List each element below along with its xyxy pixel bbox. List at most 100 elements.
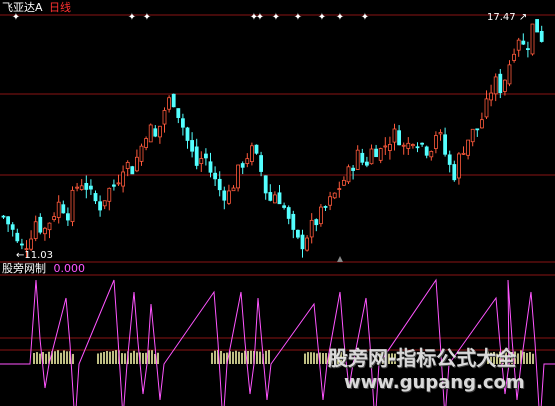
candle-body [236, 164, 241, 189]
candle-body [61, 204, 66, 214]
candle-body [328, 196, 333, 206]
candle-body [240, 163, 245, 168]
candle-body [153, 128, 158, 137]
top-marker: ✦ [128, 12, 136, 23]
candle-body [263, 175, 268, 194]
candle-body [10, 224, 15, 230]
candle-body [526, 48, 530, 51]
top-marker: ✦ [336, 12, 344, 23]
candle-body [502, 79, 507, 92]
watermark-url: www.gupang.com [344, 372, 525, 393]
candle-body [15, 232, 20, 242]
candle-body [29, 238, 34, 250]
candle-body [171, 93, 176, 108]
candle-body [194, 146, 199, 166]
candle-body [498, 73, 503, 94]
candle-body [332, 192, 337, 199]
candle-body [130, 166, 135, 175]
candle-body [176, 108, 181, 118]
candle-body [33, 221, 38, 239]
candle-body [98, 201, 102, 211]
candle-body [479, 119, 484, 129]
candle-body [148, 124, 153, 143]
candle-body [134, 156, 139, 172]
candle-body [107, 187, 112, 202]
candle-body [139, 145, 144, 162]
top-marker: ✦ [318, 12, 326, 23]
candle-body [424, 146, 429, 156]
candle-body [208, 161, 213, 173]
candle-body [6, 216, 10, 225]
candle-body [291, 213, 296, 230]
candle-body [222, 190, 227, 201]
indicator-name: 股旁网制 [2, 262, 46, 275]
candle-body [203, 153, 208, 159]
candle-body [512, 53, 516, 61]
candle-body [199, 158, 204, 164]
candle-body [121, 171, 125, 187]
candle-body [489, 92, 494, 101]
main-panel-title: 飞亚达A 日线 [2, 2, 71, 14]
candle-body [180, 118, 185, 128]
candle-body [456, 153, 461, 179]
candle-body [245, 158, 250, 164]
candle-body [387, 144, 392, 151]
top-marker: ✦ [272, 12, 280, 23]
candle-body [420, 142, 425, 145]
candle-body [79, 185, 84, 190]
candle-body [167, 97, 172, 110]
candle-body [369, 148, 374, 165]
candle-body [493, 76, 498, 95]
candle-body [249, 145, 254, 162]
candle-body [383, 145, 388, 148]
candle-body [452, 164, 457, 181]
candle-body [346, 166, 351, 183]
candle-body [162, 110, 167, 125]
candle-body [429, 151, 434, 158]
candle-body [47, 222, 52, 231]
high-price-value: 17.47 [487, 12, 516, 23]
sub-panel-title: 股旁网制 0.000 [2, 263, 85, 275]
candle-body [268, 192, 273, 201]
candle-body [374, 148, 379, 158]
candle-body [277, 192, 282, 205]
candle-body [309, 219, 314, 238]
candle-body [337, 188, 342, 190]
candle-body [378, 148, 383, 161]
candle-body [226, 190, 231, 204]
candle-body [355, 149, 360, 170]
candle-body [314, 219, 319, 226]
candle-body [392, 128, 397, 143]
candle-body [447, 154, 452, 165]
candle-body [351, 167, 356, 171]
candle-body [272, 194, 277, 204]
candle-body [530, 23, 535, 55]
candle-body [507, 64, 512, 85]
stock-name: 飞亚达A [2, 1, 43, 14]
low-price-value: 11.03 [24, 250, 54, 261]
candle-body [102, 200, 107, 207]
candle-body [1, 215, 6, 218]
candle-body [433, 135, 438, 149]
candle-body [305, 237, 310, 251]
candle-body [213, 172, 218, 180]
candle-body [466, 139, 471, 156]
high-price-label: 17.47 ↗ [487, 12, 528, 23]
candle-body [461, 152, 466, 155]
candle-body [38, 216, 43, 233]
candle-body [516, 39, 521, 51]
candle-body [397, 130, 402, 146]
candle-body [535, 19, 539, 33]
top-marker: ✦ [143, 12, 151, 23]
candle-body [66, 213, 70, 221]
candle-body [190, 140, 195, 152]
candle-body [475, 128, 480, 131]
candle-body [19, 243, 24, 246]
candle-body [401, 144, 406, 147]
candle-body [323, 206, 328, 208]
candle-body [415, 146, 420, 149]
candle-body [185, 127, 190, 141]
candle-body [470, 128, 475, 143]
top-marker: ✦ [256, 12, 264, 23]
candle-body [443, 134, 448, 155]
